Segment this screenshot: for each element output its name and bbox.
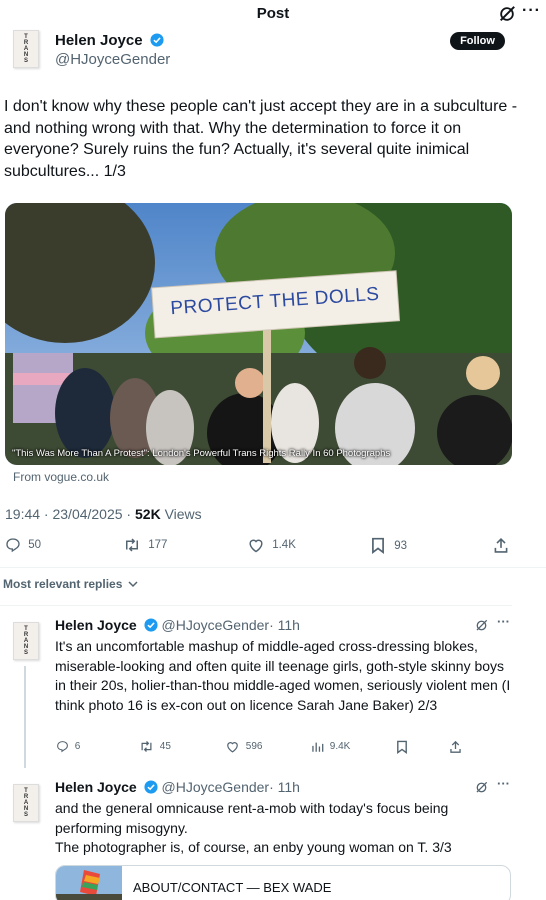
author-name: Helen Joyce — [55, 32, 143, 49]
share-icon — [494, 537, 508, 553]
media-caption: "This Was More Than A Protest": London's… — [12, 448, 391, 459]
follow-button[interactable]: Follow — [450, 32, 505, 50]
views-count: 52K — [135, 506, 161, 522]
reply-sort-label: Most relevant replies — [3, 577, 123, 591]
share-action[interactable] — [449, 740, 462, 754]
reply-author-name[interactable]: Helen Joyce — [55, 617, 137, 633]
reply-text: and the general omnicause rent-a-mob wit… — [55, 800, 452, 855]
reply-avatar[interactable]: TRANS — [13, 784, 39, 822]
bookmark-action[interactable] — [396, 740, 408, 754]
link-card-thumbnail — [56, 866, 122, 900]
views-label: Views — [160, 506, 202, 522]
grok-icon[interactable] — [475, 619, 488, 632]
reply-header: Helen Joyce @HJoyceGender· 11h — [55, 617, 300, 633]
reply-header: Helen Joyce @HJoyceGender· 11h — [55, 779, 300, 795]
like-icon — [227, 742, 238, 753]
verified-badge-icon — [150, 33, 164, 47]
post-timestamp: 19:44 · 23/04/2025 · — [5, 506, 135, 522]
post-meta: 19:44 · 23/04/2025 · 52K Views — [5, 506, 202, 522]
bookmark-count: 93 — [394, 539, 407, 552]
verified-badge-icon — [144, 780, 158, 794]
share-icon — [450, 740, 461, 753]
reply-action[interactable]: 6 — [56, 740, 80, 753]
bookmark-icon — [372, 537, 384, 554]
post-author[interactable]: Helen Joyce — [55, 32, 164, 50]
repost-icon — [126, 538, 138, 552]
reply-sort-dropdown[interactable]: Most relevant replies — [3, 577, 138, 591]
link-card[interactable]: ABOUT/CONTACT — BEX WADE — [55, 865, 511, 900]
grok-icon[interactable] — [475, 781, 488, 794]
top-bar: Post ··· — [0, 0, 546, 28]
post-media[interactable]: PROTECT THE DOLLS "This Was More Than A … — [5, 203, 512, 465]
reply-avatar[interactable]: TRANS — [13, 622, 39, 660]
divider — [0, 605, 512, 606]
more-options-icon[interactable]: ··· — [522, 2, 541, 20]
share-action[interactable] — [493, 537, 509, 554]
views-count: 9.4K — [329, 741, 351, 753]
post-text: I don't know why these people can't just… — [4, 98, 518, 180]
like-icon — [249, 539, 263, 553]
repost-icon — [141, 741, 152, 752]
like-action[interactable]: 1.4K — [247, 537, 296, 553]
author-handle[interactable]: @HJoyceGender — [55, 51, 170, 68]
reply-time: · 11h — [269, 779, 300, 795]
reply-author-handle[interactable]: @HJoyceGender — [162, 779, 270, 795]
reply-count: 50 — [28, 539, 41, 552]
avatar-book-title: TRANS — [23, 34, 29, 64]
more-options-icon[interactable]: ··· — [497, 776, 510, 791]
reply-icon — [6, 538, 20, 553]
link-card-title: ABOUT/CONTACT — BEX WADE — [133, 880, 332, 895]
bookmark-action[interactable]: 93 — [371, 537, 407, 554]
reply-count: 6 — [74, 741, 81, 753]
like-count: 596 — [245, 741, 263, 753]
reply-time: · 11h — [269, 617, 300, 633]
repost-count: 177 — [148, 539, 168, 552]
chevron-down-icon — [128, 581, 138, 588]
reply-action[interactable]: 50 — [5, 537, 41, 553]
media-photo — [5, 203, 512, 465]
verified-badge-icon — [144, 618, 158, 632]
avatar-book-title: TRANS — [23, 788, 29, 818]
reply-icon — [57, 741, 68, 753]
link-source[interactable]: From vogue.co.uk — [13, 470, 109, 484]
avatar[interactable]: TRANS — [13, 30, 39, 68]
repost-count: 45 — [159, 741, 171, 753]
bookmark-icon — [397, 740, 407, 754]
like-action[interactable]: 596 — [225, 740, 262, 753]
avatar-book-title: TRANS — [23, 626, 29, 656]
repost-action[interactable]: 45 — [139, 740, 171, 753]
grok-icon[interactable] — [498, 5, 516, 23]
analytics-icon — [312, 742, 324, 752]
like-count: 1.4K — [272, 539, 296, 552]
views-action[interactable]: 9.4K — [311, 740, 350, 753]
more-options-icon[interactable]: ··· — [497, 614, 510, 629]
repost-action[interactable]: 177 — [123, 537, 167, 553]
reply-author-handle[interactable]: @HJoyceGender — [162, 617, 270, 633]
reply-text: It's an uncomfortable mashup of middle-a… — [55, 638, 511, 713]
divider — [0, 567, 546, 568]
page-title: Post — [256, 5, 290, 22]
thread-line — [24, 666, 26, 768]
reply-author-name[interactable]: Helen Joyce — [55, 779, 137, 795]
